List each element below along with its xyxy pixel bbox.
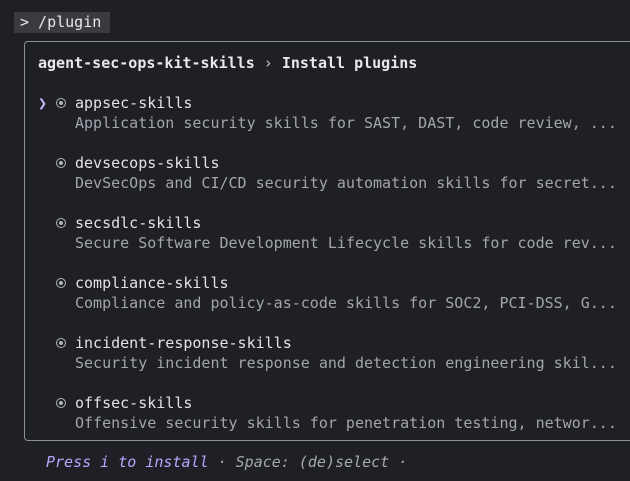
radio-icon[interactable] [56,98,66,108]
radio-icon[interactable] [56,158,66,168]
plugin-item-offsec-skills[interactable]: offsec-skills Offensive security skills … [25,393,630,437]
plugin-item-compliance-skills[interactable]: compliance-skills Compliance and policy-… [25,273,630,317]
plugin-name: compliance-skills [75,274,229,292]
plugin-name: devsecops-skills [75,154,220,172]
breadcrumb-separator: › [263,54,273,72]
plugin-name: secsdlc-skills [75,214,202,232]
plugin-item-secsdlc-skills[interactable]: secsdlc-skills Secure Software Developme… [25,213,630,257]
command-input-line[interactable]: > /plugin [14,12,110,33]
plugin-description: Secure Software Development Lifecycle sk… [75,234,615,252]
plugin-item-devsecops-skills[interactable]: devsecops-skills DevSecOps and CI/CD sec… [25,153,630,197]
install-hint: Press i to install [46,453,209,471]
plugin-name: incident-response-skills [75,334,292,352]
radio-icon[interactable] [56,218,66,228]
hint-separator: · [398,453,408,471]
breadcrumb-section: Install plugins [281,54,418,72]
plugin-install-panel: agent-sec-ops-kit-skills › Install plugi… [24,41,630,441]
select-hint: Space: (de)select [235,453,390,471]
plugin-name: appsec-skills [75,94,193,112]
breadcrumb: agent-sec-ops-kit-skills › Install plugi… [38,53,417,73]
radio-icon[interactable] [56,278,66,288]
plugin-item-incident-response-skills[interactable]: incident-response-skills Security incide… [25,333,630,377]
radio-icon[interactable] [56,398,66,408]
plugin-description: Application security skills for SAST, DA… [75,114,615,132]
radio-icon[interactable] [56,338,66,348]
breadcrumb-source: agent-sec-ops-kit-skills [38,54,255,72]
plugin-description: Offensive security skills for penetratio… [75,414,615,432]
plugin-description: DevSecOps and CI/CD security automation … [75,174,615,192]
selection-pointer-icon: ❯ [38,94,48,112]
plugin-description: Compliance and policy-as-code skills for… [75,294,615,312]
plugin-name: offsec-skills [75,394,193,412]
plugin-item-appsec-skills[interactable]: ❯ appsec-skills Application security ski… [25,93,630,137]
hint-separator: · [217,453,227,471]
keyboard-hint-bar: Press i to install · Space: (de)select · [46,452,407,472]
plugin-description: Security incident response and detection… [75,354,615,372]
